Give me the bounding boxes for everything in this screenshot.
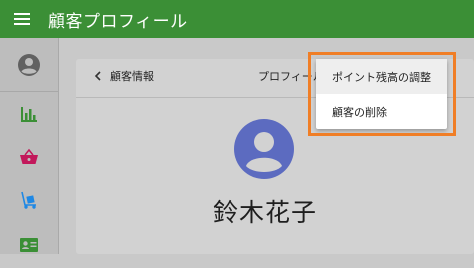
chevron-left-icon xyxy=(94,71,101,81)
luggage-cart-icon xyxy=(21,191,36,209)
customer-name: 鈴木花子 xyxy=(212,198,317,227)
account-circle-icon xyxy=(18,54,40,76)
sidebar xyxy=(0,38,59,254)
contact-card-icon xyxy=(20,238,38,252)
app-bar: 顧客プロフィール xyxy=(0,0,474,38)
menu-item-delete-customer[interactable]: 顧客の削除 xyxy=(316,94,447,129)
menu-item-label: ポイント残高の調整 xyxy=(332,70,431,84)
sidebar-item-delivery[interactable] xyxy=(0,177,58,223)
back-link-label: 顧客情報 xyxy=(110,70,154,83)
bar-chart-icon xyxy=(21,107,37,122)
hamburger-icon xyxy=(14,13,30,25)
menu-item-label: 顧客の削除 xyxy=(332,105,387,119)
sidebar-item-shop[interactable] xyxy=(0,134,58,180)
sidebar-item-account[interactable] xyxy=(0,42,58,88)
shopping-basket-icon xyxy=(20,148,38,164)
menu-button[interactable] xyxy=(0,0,44,38)
overflow-menu: ポイント残高の調整 顧客の削除 xyxy=(316,59,447,129)
card-header-title: プロフィール xyxy=(258,70,324,83)
app-title: 顧客プロフィール xyxy=(48,11,188,32)
sidebar-item-reports[interactable] xyxy=(0,91,58,137)
menu-item-adjust-points[interactable]: ポイント残高の調整 xyxy=(316,59,447,94)
back-link[interactable]: 顧客情報 xyxy=(94,68,154,84)
sidebar-item-contacts[interactable] xyxy=(0,222,58,268)
avatar-icon xyxy=(234,119,294,179)
